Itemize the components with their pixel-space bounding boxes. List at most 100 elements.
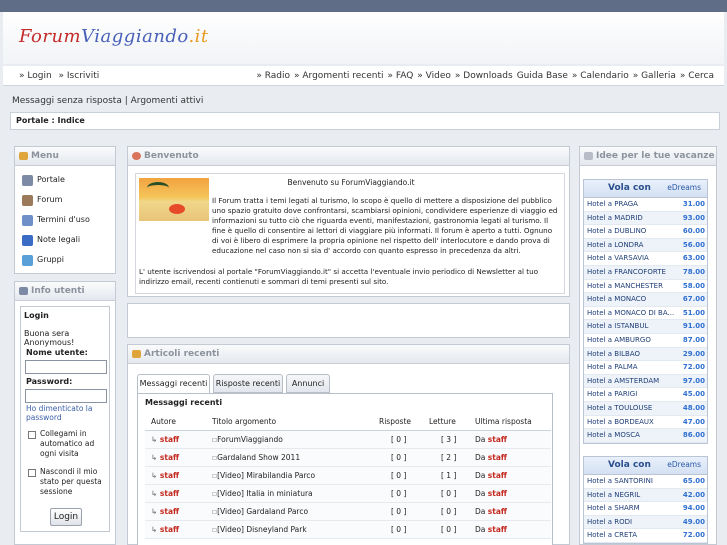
nav-link[interactable]: Guida Base — [517, 71, 568, 81]
deal-hotel[interactable]: Hotel a VARSAVIA — [587, 254, 677, 262]
nav-link[interactable]: » FAQ — [387, 71, 413, 81]
deal-row[interactable]: Hotel a SHARM 94.00 — [584, 502, 707, 516]
deal-row[interactable]: Hotel a SANTORINI 65.00 — [584, 475, 707, 489]
username-input[interactable] — [25, 360, 107, 374]
deal-hotel[interactable]: Hotel a PALMA — [587, 363, 677, 371]
nav-link[interactable]: » Video — [417, 71, 451, 81]
deal-row[interactable]: Hotel a CRETA 72.00 — [584, 529, 707, 543]
deal-hotel[interactable]: Hotel a AMSTERDAM — [587, 377, 677, 385]
deal-hotel[interactable]: Hotel a MOSCA — [587, 431, 677, 439]
deal-hotel[interactable]: Hotel a ISTANBUL — [587, 322, 677, 330]
deal-hotel[interactable]: Hotel a MADRID — [587, 214, 677, 222]
nav-link[interactable]: » Galleria — [633, 71, 676, 81]
tab-announcements[interactable]: Annunci — [286, 374, 330, 393]
deal-row[interactable]: Hotel a MONACO DI BA... 51.00 — [584, 307, 707, 321]
deal-hotel[interactable]: Hotel a CRETA — [587, 531, 677, 539]
deal-row[interactable]: Hotel a LONDRA 56.00 — [584, 238, 707, 253]
password-input[interactable] — [25, 389, 107, 403]
unanswered-link[interactable]: Messaggi senza risposta — [12, 96, 122, 106]
deal-hotel[interactable]: Hotel a PARIGI — [587, 390, 677, 398]
deal-hotel[interactable]: Hotel a MONACO — [587, 295, 677, 303]
menu-item-terms[interactable]: Termini d'uso — [15, 210, 115, 230]
deal-hotel[interactable]: Hotel a TOULOUSE — [587, 404, 677, 412]
deal-hotel[interactable]: Hotel a DUBLINO — [587, 227, 677, 235]
deal-hotel[interactable]: Hotel a LONDRA — [587, 241, 677, 249]
menu-item-forum[interactable]: Forum — [15, 190, 115, 210]
topic-link[interactable]: Gardaland Show 2011 — [217, 453, 300, 462]
deal-hotel[interactable]: Hotel a NEGRIL — [587, 491, 677, 499]
topic-link[interactable]: [Video] Disneyland Park — [217, 525, 307, 534]
menu-item-portal[interactable]: Portale — [15, 170, 115, 190]
last-author-link[interactable]: staff — [488, 489, 507, 498]
reads-count: [ 1 ] — [441, 471, 457, 480]
deal-hotel[interactable]: Hotel a MANCHESTER — [587, 282, 677, 290]
deal-hotel[interactable]: Hotel a BORDEAUX — [587, 418, 677, 426]
tab-recent-messages[interactable]: Messaggi recenti — [137, 374, 210, 394]
deal-row[interactable]: Hotel a MOSCA 86.00 — [584, 429, 707, 443]
last-author-link[interactable]: staff — [488, 471, 507, 480]
deal-hotel[interactable]: Hotel a MONACO DI BA... — [587, 309, 677, 317]
deal-row[interactable]: Hotel a MONACO 67.00 — [584, 293, 707, 307]
last-author-link[interactable]: staff — [488, 453, 507, 462]
reply-arrow-icon: ↳ — [151, 489, 160, 498]
nav-register[interactable]: » Iscriviti — [59, 71, 100, 81]
deal-hotel[interactable]: Hotel a AMBURGO — [587, 336, 677, 344]
nav-link[interactable]: » Downloads — [455, 71, 513, 81]
deal-row[interactable]: Hotel a NEGRIL 42.00 — [584, 488, 707, 503]
nav-link[interactable]: » Radio — [256, 71, 290, 81]
tab-recent-replies[interactable]: Risposte recenti — [213, 374, 283, 393]
deal-row[interactable]: Hotel a FRANCOFORTE 78.00 — [584, 265, 707, 280]
edreams-logo[interactable]: eDreams — [667, 183, 701, 192]
menu-item-groups[interactable]: Gruppi — [15, 250, 115, 270]
deal-row[interactable]: Hotel a AMSTERDAM 97.00 — [584, 374, 707, 389]
deal-hotel[interactable]: Hotel a FRANCOFORTE — [587, 268, 677, 276]
topic-link[interactable]: [Video] Italia in miniatura — [217, 489, 313, 498]
nav-login[interactable]: » Login — [19, 71, 52, 81]
deal-row[interactable]: Hotel a AMBURGO 87.00 — [584, 334, 707, 348]
login-button[interactable]: Login — [50, 508, 82, 526]
nav-link[interactable]: » Cerca — [680, 71, 714, 81]
author-link[interactable]: staff — [160, 489, 179, 498]
author-link[interactable]: staff — [160, 435, 179, 444]
edreams-logo[interactable]: eDreams — [667, 460, 701, 469]
author-link[interactable]: staff — [160, 471, 179, 480]
replies-count: [ 0 ] — [391, 489, 407, 498]
deal-row[interactable]: Hotel a BILBAO 29.00 — [584, 347, 707, 362]
topic-link[interactable]: ForumViaggiando — [217, 435, 283, 444]
active-topics-link[interactable]: Argomenti attivi — [131, 96, 204, 106]
author-link[interactable]: staff — [160, 453, 179, 462]
deal-row[interactable]: Hotel a MADRID 93.00 — [584, 211, 707, 226]
deal-row[interactable]: Hotel a PALMA 72.00 — [584, 361, 707, 375]
deal-hotel[interactable]: Hotel a SANTORINI — [587, 477, 677, 485]
deal-row[interactable]: Hotel a PARIGI 45.00 — [584, 388, 707, 402]
topic-link[interactable]: [Video] Mirabilandia Parco — [217, 471, 315, 480]
nav-link[interactable]: » Argomenti recenti — [294, 71, 383, 81]
deal-row[interactable]: Hotel a VARSAVIA 63.00 — [584, 252, 707, 266]
deal-hotel[interactable]: Hotel a BILBAO — [587, 350, 677, 358]
deal-row[interactable]: Hotel a TOULOUSE 48.00 — [584, 401, 707, 416]
deal-row[interactable]: Hotel a BORDEAUX 47.00 — [584, 416, 707, 430]
deal-hotel[interactable]: Hotel a PRAGA — [587, 200, 677, 208]
hide-status-checkbox[interactable] — [28, 469, 36, 477]
last-author-link[interactable]: staff — [488, 435, 507, 444]
author-link[interactable]: staff — [160, 525, 179, 534]
deal-hotel[interactable]: Hotel a RODI — [587, 518, 677, 526]
forgot-password-link[interactable]: Ho dimenticato la password — [26, 404, 108, 422]
site-logo[interactable]: ForumViaggiando.it — [19, 26, 209, 47]
deal-row[interactable]: Hotel a DUBLINO 60.00 — [584, 225, 707, 239]
breadcrumb-portal[interactable]: Portale — [16, 116, 49, 125]
topic-link[interactable]: [Video] Gardaland Parco — [217, 507, 308, 516]
auto-login-checkbox[interactable] — [28, 431, 36, 439]
menu-item-legal[interactable]: Note legali — [15, 230, 115, 250]
nav-link[interactable]: » Calendario — [572, 71, 629, 81]
deal-row[interactable]: Hotel a ISTANBUL 91.00 — [584, 320, 707, 334]
deal-price: 51.00 — [682, 308, 705, 317]
deal-row[interactable]: Hotel a PRAGA 31.00 — [584, 198, 707, 212]
last-author-link[interactable]: staff — [488, 507, 507, 516]
deal-hotel[interactable]: Hotel a SHARM — [587, 504, 677, 512]
last-author-link[interactable]: staff — [488, 525, 507, 534]
author-link[interactable]: staff — [160, 507, 179, 516]
deal-row[interactable]: Hotel a MANCHESTER 58.00 — [584, 280, 707, 294]
deal-row[interactable]: Hotel a RODI 49.00 — [584, 515, 707, 530]
breadcrumb-index[interactable]: Indice — [57, 116, 84, 125]
